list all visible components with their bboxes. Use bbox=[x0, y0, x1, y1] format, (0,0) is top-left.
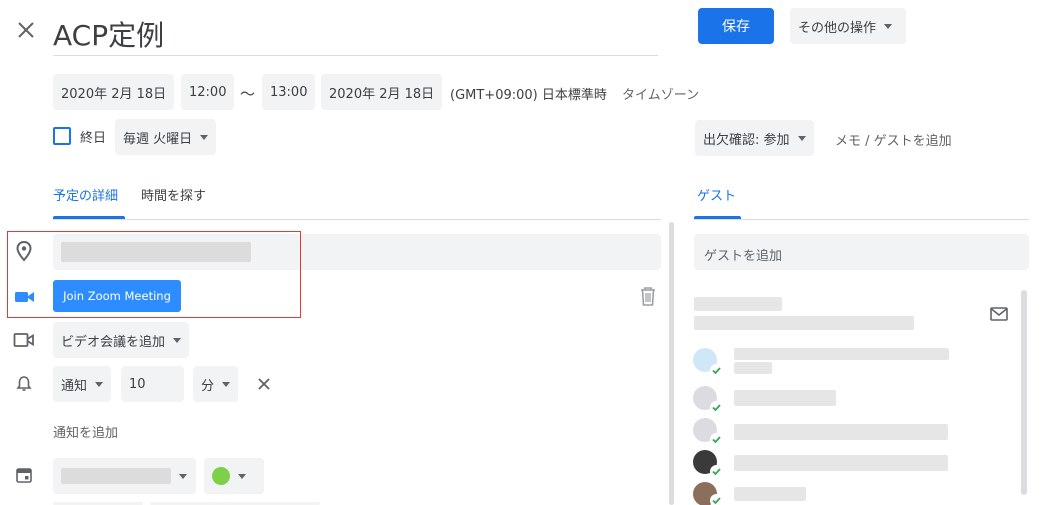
chevron-down-icon bbox=[95, 381, 104, 387]
start-time-field[interactable]: 12:00 bbox=[181, 74, 235, 110]
tab-details[interactable]: 予定の詳細 bbox=[53, 185, 118, 219]
calendar-select-dropdown[interactable] bbox=[53, 458, 196, 494]
guest-name-redacted bbox=[734, 390, 836, 406]
add-notification-link[interactable]: 通知を追加 bbox=[53, 422, 118, 441]
all-day-checkbox[interactable] bbox=[53, 127, 71, 145]
chevron-down-icon bbox=[222, 381, 231, 387]
tab-find-time[interactable]: 時間を探す bbox=[141, 185, 206, 219]
add-video-conference-text: ビデオ会議を追加 bbox=[61, 334, 166, 350]
end-date-field[interactable]: 2020年 2月 18日 bbox=[321, 74, 443, 110]
save-button-label: 保存 bbox=[722, 19, 750, 35]
end-time-field[interactable]: 13:00 bbox=[262, 74, 316, 110]
accepted-check-icon bbox=[710, 433, 723, 446]
save-button[interactable]: 保存 bbox=[698, 8, 774, 44]
end-time-text: 13:00 bbox=[270, 84, 308, 100]
accepted-check-icon bbox=[710, 494, 723, 505]
bell-icon bbox=[15, 375, 33, 393]
chevron-down-icon bbox=[238, 473, 246, 479]
notification-unit-text: 分 bbox=[201, 378, 215, 394]
event-color-swatch bbox=[212, 467, 230, 485]
add-guest-input[interactable]: ゲストを追加 bbox=[694, 234, 1029, 270]
close-icon[interactable] bbox=[14, 18, 38, 42]
tab-details-label: 予定の詳細 bbox=[53, 189, 119, 204]
start-date-field[interactable]: 2020年 2月 18日 bbox=[53, 74, 175, 110]
guest-summary-redacted-2 bbox=[694, 316, 914, 330]
guest-email-redacted bbox=[734, 362, 772, 374]
notification-type-text: 通知 bbox=[61, 378, 88, 394]
more-actions-label: その他の操作 bbox=[798, 20, 877, 36]
calendar-name-redacted bbox=[61, 468, 171, 484]
chevron-down-icon bbox=[173, 337, 182, 343]
list-item[interactable] bbox=[692, 346, 1012, 377]
add-video-conference-dropdown[interactable]: ビデオ会議を追加 bbox=[53, 322, 190, 358]
list-item[interactable] bbox=[692, 450, 1012, 478]
notification-value-input[interactable]: 10 bbox=[121, 366, 184, 402]
timezone-value: (GMT+09:00) 日本標準時 bbox=[450, 88, 607, 103]
more-actions-button[interactable]: その他の操作 bbox=[790, 8, 906, 44]
chevron-down-icon bbox=[179, 473, 187, 479]
event-title-text: ACP定例 bbox=[53, 19, 165, 52]
chevron-down-icon bbox=[200, 134, 209, 140]
chevron-down-icon bbox=[884, 23, 893, 29]
list-item[interactable] bbox=[692, 482, 1012, 505]
note-guest-link[interactable]: メモ / ゲストを追加 bbox=[835, 130, 952, 149]
tabs-divider bbox=[53, 219, 661, 220]
recurrence-text: 毎週 火曜日 bbox=[123, 131, 193, 147]
calendar-icon bbox=[15, 466, 33, 484]
accepted-check-icon bbox=[710, 401, 723, 414]
delete-trash-icon[interactable] bbox=[637, 285, 659, 307]
list-item[interactable] bbox=[692, 386, 1012, 414]
guest-name-redacted bbox=[734, 348, 949, 360]
guest-summary-redacted bbox=[694, 297, 782, 311]
notification-type-dropdown[interactable]: 通知 bbox=[53, 366, 112, 402]
accepted-check-icon bbox=[710, 465, 723, 478]
chevron-down-icon bbox=[797, 135, 806, 141]
event-color-dropdown[interactable] bbox=[204, 458, 264, 494]
guests-divider bbox=[694, 219, 1029, 220]
remove-notification-icon[interactable] bbox=[256, 376, 272, 392]
guest-name-redacted bbox=[734, 487, 806, 501]
video-conference-icon bbox=[13, 332, 35, 348]
guest-name-redacted bbox=[734, 424, 948, 440]
notification-value-text: 10 bbox=[129, 376, 146, 392]
list-item[interactable] bbox=[692, 418, 1012, 446]
start-time-text: 12:00 bbox=[189, 84, 227, 100]
tab-guests[interactable]: ゲスト bbox=[697, 185, 736, 219]
end-date-text: 2020年 2月 18日 bbox=[329, 86, 435, 102]
guest-list-scrollbar[interactable] bbox=[1021, 290, 1027, 495]
details-scrollbar[interactable] bbox=[669, 222, 674, 505]
time-separator: 〜 bbox=[240, 85, 256, 103]
highlight-annotation-box bbox=[7, 231, 301, 318]
all-day-label: 終日 bbox=[80, 131, 107, 146]
guest-name-redacted bbox=[734, 455, 948, 471]
tab-find-time-label: 時間を探す bbox=[141, 189, 207, 204]
notification-unit-dropdown[interactable]: 分 bbox=[193, 366, 239, 402]
rsvp-text: 出欠確認: 参加 bbox=[703, 132, 790, 148]
recurrence-dropdown[interactable]: 毎週 火曜日 bbox=[115, 119, 217, 155]
accepted-check-icon bbox=[710, 364, 723, 377]
timezone-link[interactable]: タイムゾーン bbox=[622, 84, 699, 103]
start-date-text: 2020年 2月 18日 bbox=[61, 86, 167, 102]
add-guest-placeholder: ゲストを追加 bbox=[704, 249, 783, 264]
email-guests-icon[interactable] bbox=[989, 306, 1009, 322]
event-title-input[interactable]: ACP定例 bbox=[53, 10, 658, 56]
rsvp-dropdown[interactable]: 出欠確認: 参加 bbox=[695, 120, 814, 156]
tab-guests-label: ゲスト bbox=[697, 189, 737, 204]
